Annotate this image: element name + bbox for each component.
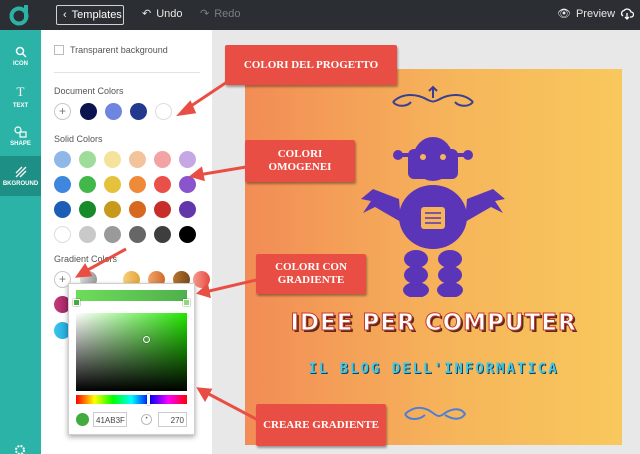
annotation-arrows xyxy=(74,80,259,422)
